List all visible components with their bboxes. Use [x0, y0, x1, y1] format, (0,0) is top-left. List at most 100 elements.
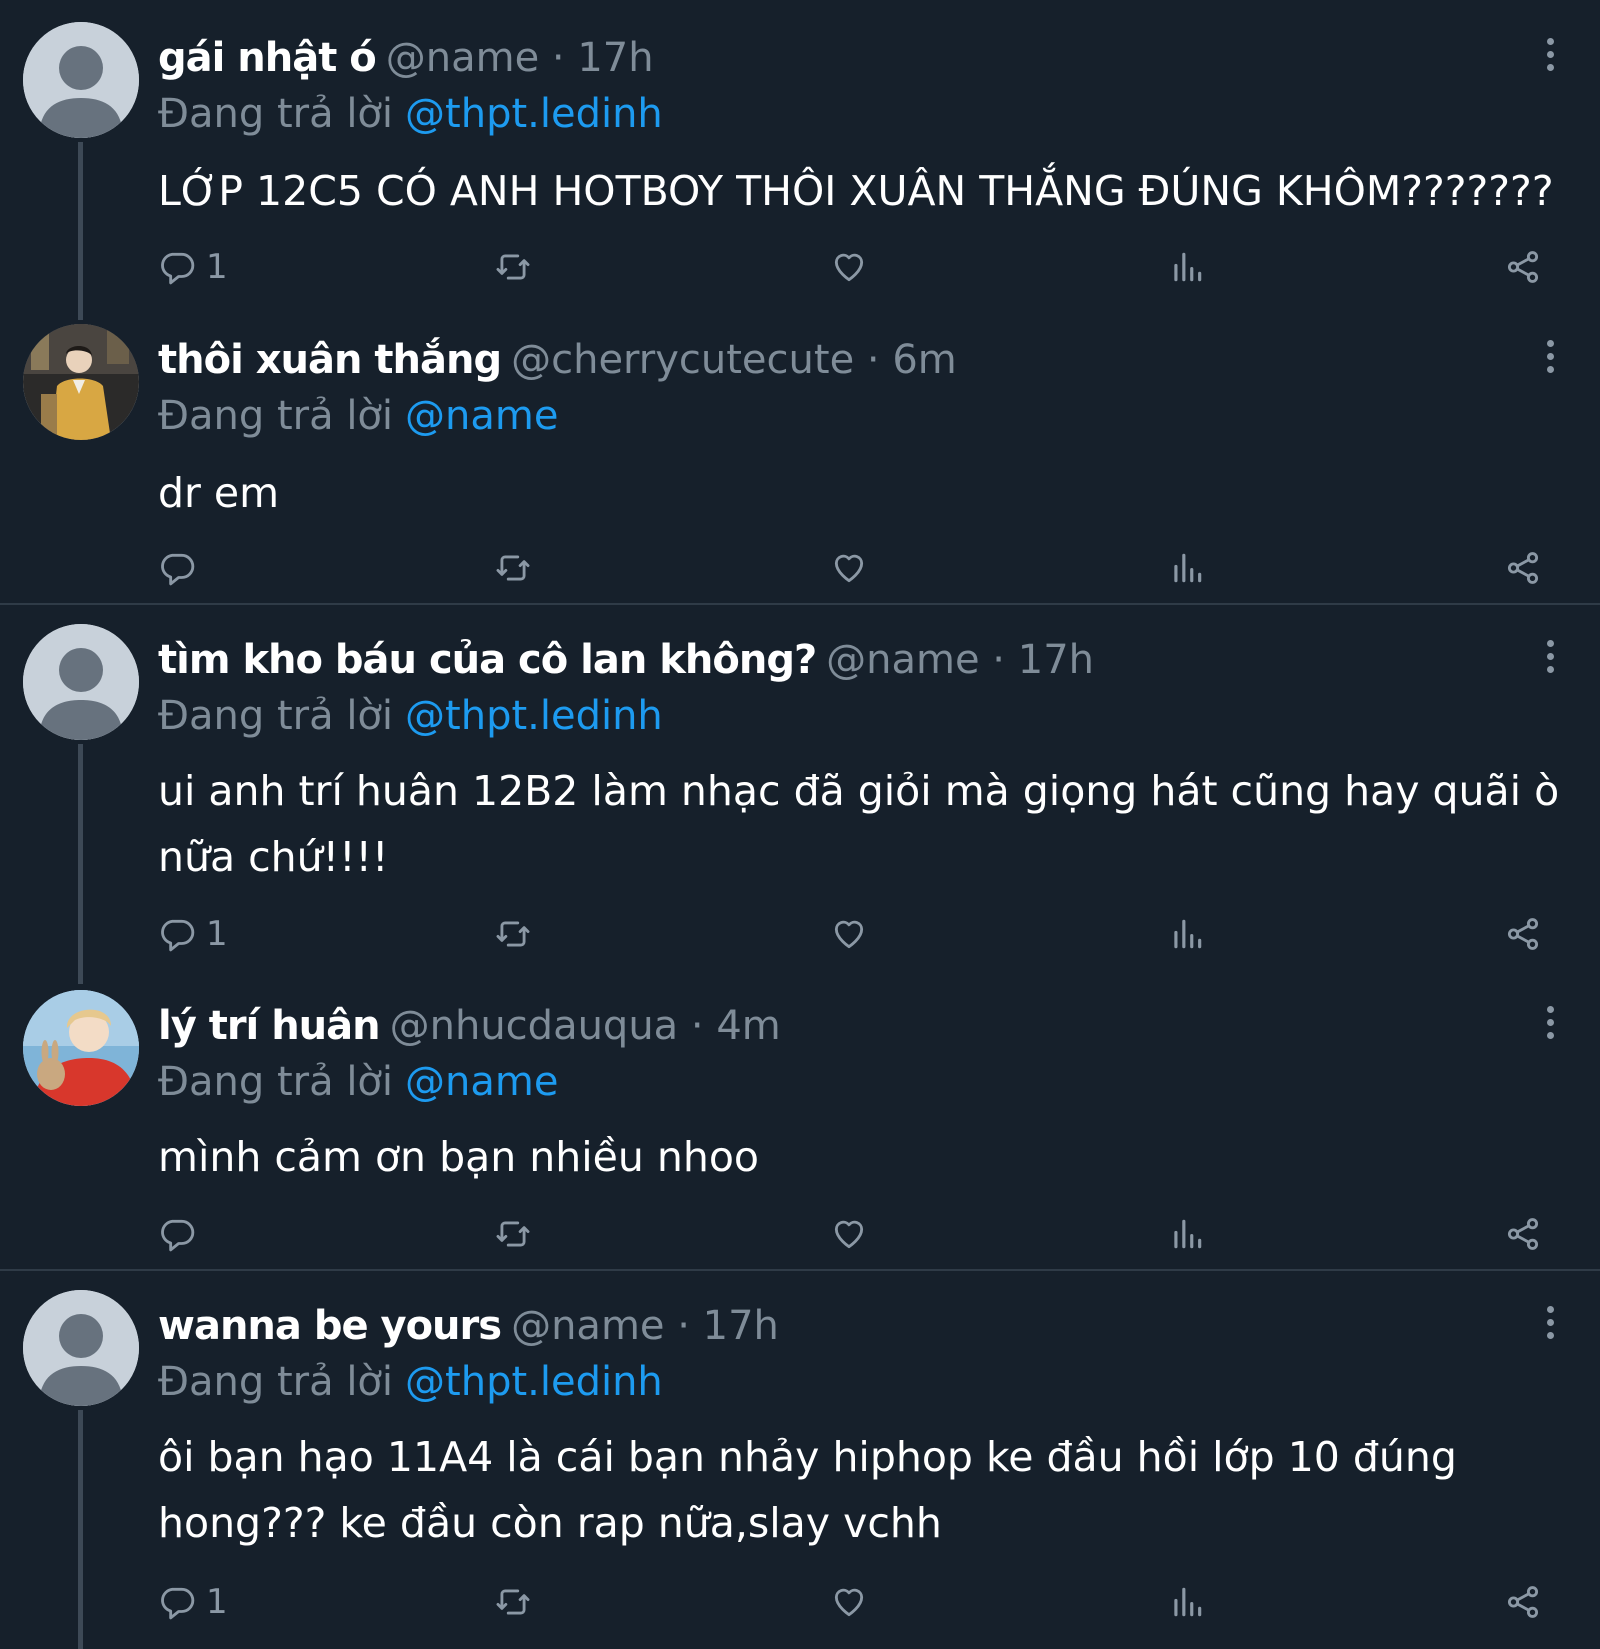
share-button[interactable] — [1504, 546, 1542, 590]
mention-link[interactable]: @name — [405, 393, 558, 439]
views-button[interactable] — [1168, 546, 1206, 590]
retweet-icon — [496, 921, 530, 947]
like-button[interactable] — [830, 245, 868, 289]
share-icon — [1507, 552, 1539, 584]
bar-chart-icon — [1174, 919, 1202, 949]
like-button[interactable] — [830, 1580, 868, 1624]
share-button[interactable] — [1504, 245, 1542, 289]
avatar[interactable] — [23, 624, 139, 740]
retweet-icon — [496, 254, 530, 280]
mention-link[interactable]: @thpt.ledinh — [405, 693, 663, 739]
views-button[interactable] — [1168, 912, 1206, 956]
views-button[interactable] — [1168, 1580, 1206, 1624]
default-avatar-icon — [23, 22, 139, 138]
more-options-icon[interactable] — [1544, 1306, 1556, 1342]
retweet-icon — [496, 1221, 530, 1247]
avatar[interactable] — [23, 1290, 139, 1406]
reply-button[interactable] — [158, 546, 206, 590]
tweet-actions: 1 — [158, 912, 1558, 956]
retweet-button[interactable] — [494, 245, 532, 289]
share-icon — [1507, 918, 1539, 950]
retweet-button[interactable] — [494, 1580, 532, 1624]
display-name[interactable]: lý trí huân — [158, 1003, 381, 1049]
like-button[interactable] — [830, 546, 868, 590]
bar-chart-icon — [1174, 252, 1202, 282]
tweet-text: ui anh trí huân 12B2 làm nhạc đã giỏi mà… — [158, 767, 1573, 881]
reply-button[interactable]: 1 — [158, 1580, 228, 1624]
retweet-button[interactable] — [494, 912, 532, 956]
bar-chart-icon — [1174, 1219, 1202, 1249]
tweet-text: mình cảm ơn bạn nhiều nhoo — [158, 1133, 759, 1181]
tweet-header: wanna be yours @name · 17h — [158, 1298, 779, 1354]
share-button[interactable] — [1504, 912, 1542, 956]
replying-to: Đang trả lời @thpt.ledinh — [158, 1354, 663, 1410]
replying-to-label: Đang trả lời — [158, 1059, 394, 1105]
like-button[interactable] — [830, 912, 868, 956]
photo-avatar-red-sweater-rabbit-icon — [23, 990, 139, 1106]
tweet-actions — [158, 1212, 1558, 1256]
replying-to-label: Đang trả lời — [158, 91, 394, 137]
display-name[interactable]: thôi xuân thắng — [158, 337, 502, 383]
reply-icon — [161, 252, 195, 285]
handle-and-time: @name · 17h — [826, 637, 1094, 683]
heart-icon — [834, 1588, 864, 1617]
handle-and-time: @nhucdauqua · 4m — [389, 1003, 781, 1049]
avatar[interactable] — [23, 324, 139, 440]
reply-button[interactable]: 1 — [158, 245, 228, 289]
tweet[interactable]: wanna be yours @name · 17h Đang trả lời @t… — [0, 1268, 1600, 1649]
tweet-actions: 1 — [158, 1580, 1558, 1624]
tweet[interactable]: thôi xuân thắng @cherrycutecute · 6m Đang… — [0, 302, 1600, 602]
like-button[interactable] — [830, 1212, 868, 1256]
views-button[interactable] — [1168, 1212, 1206, 1256]
share-button[interactable] — [1504, 1212, 1542, 1256]
display-name[interactable]: gái nhật ó — [158, 35, 377, 81]
avatar[interactable] — [23, 990, 139, 1106]
heart-icon — [834, 1220, 864, 1249]
default-avatar-icon — [23, 1290, 139, 1406]
replying-to: Đang trả lời @name — [158, 388, 558, 444]
replying-to-label: Đang trả lời — [158, 393, 394, 439]
default-avatar-icon — [23, 624, 139, 740]
reply-thread-feed: gái nhật ó @name · 17h Đang trả lời @thpt.… — [0, 0, 1600, 1649]
tweet-header: thôi xuân thắng @cherrycutecute · 6m — [158, 332, 957, 388]
tweet[interactable]: tìm kho báu của cô lan không? @name · 17h… — [0, 602, 1600, 984]
retweet-button[interactable] — [494, 1212, 532, 1256]
heart-icon — [834, 920, 864, 949]
replying-to: Đang trả lời @name — [158, 1054, 558, 1110]
tweet[interactable]: lý trí huân @nhucdauqua · 4m Đang trả lời… — [0, 968, 1600, 1268]
views-button[interactable] — [1168, 245, 1206, 289]
thread-connector-line — [78, 142, 83, 320]
reply-count: 1 — [206, 914, 228, 954]
heart-icon — [834, 253, 864, 282]
share-icon — [1507, 1218, 1539, 1250]
mention-link[interactable]: @thpt.ledinh — [405, 91, 663, 137]
replying-to-label: Đang trả lời — [158, 693, 394, 739]
reply-button[interactable] — [158, 1212, 206, 1256]
reply-icon — [161, 1587, 195, 1620]
share-icon — [1507, 251, 1539, 283]
avatar[interactable] — [23, 22, 139, 138]
more-options-icon[interactable] — [1544, 38, 1556, 74]
reply-count: 1 — [206, 1582, 228, 1622]
mention-link[interactable]: @name — [405, 1059, 558, 1105]
tweet-actions: 1 — [158, 245, 1558, 289]
retweet-button[interactable] — [494, 546, 532, 590]
mention-link[interactable]: @thpt.ledinh — [405, 1359, 663, 1405]
tweet-actions — [158, 546, 1558, 590]
tweet-text: LỚP 12C5 CÓ ANH HOTBOY THÔI XUÂN THẮNG Đ… — [158, 167, 1554, 215]
share-button[interactable] — [1504, 1580, 1542, 1624]
display-name[interactable]: tìm kho báu của cô lan không? — [158, 637, 817, 683]
more-options-icon[interactable] — [1544, 1006, 1556, 1042]
replying-to: Đang trả lời @thpt.ledinh — [158, 86, 663, 142]
replying-to: Đang trả lời @thpt.ledinh — [158, 688, 663, 744]
share-icon — [1507, 1586, 1539, 1618]
reply-button[interactable]: 1 — [158, 912, 228, 956]
handle-and-time: @name · 17h — [511, 1303, 779, 1349]
tweet-text: dr em — [158, 469, 280, 517]
more-options-icon[interactable] — [1544, 640, 1556, 676]
more-options-icon[interactable] — [1544, 340, 1556, 376]
display-name[interactable]: wanna be yours — [158, 1303, 502, 1349]
heart-icon — [834, 554, 864, 583]
tweet[interactable]: gái nhật ó @name · 17h Đang trả lời @thpt.… — [0, 0, 1600, 320]
handle-and-time: @cherrycutecute · 6m — [511, 337, 957, 383]
